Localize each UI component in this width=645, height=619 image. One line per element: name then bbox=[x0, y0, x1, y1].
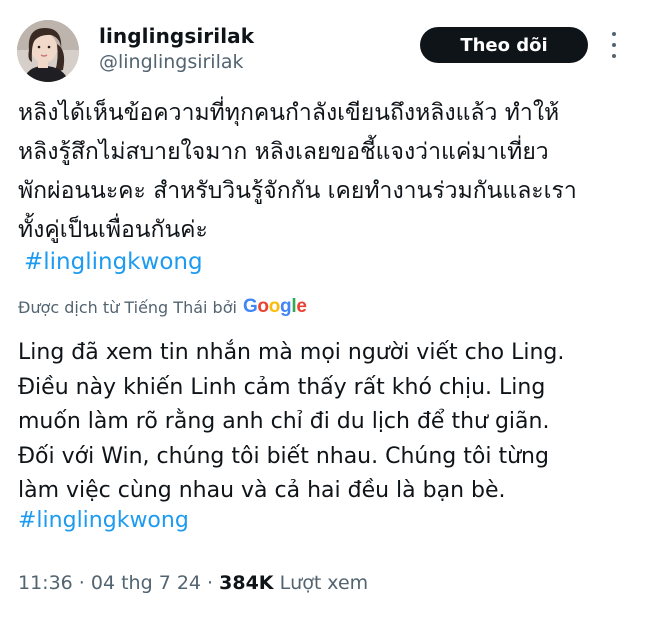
translated-by-label: Được dịch từ Tiếng Thái bởi bbox=[18, 297, 237, 317]
meta-separator: · bbox=[201, 572, 220, 594]
more-dot bbox=[612, 54, 616, 58]
translation-line: muốn làm rõ rằng anh chỉ đi du lịch để t… bbox=[18, 409, 550, 434]
google-letter: g bbox=[280, 296, 292, 317]
translation-line: Ling đã xem tin nhắn mà mọi người viết c… bbox=[18, 340, 565, 365]
more-horizontal-icon[interactable] bbox=[606, 32, 622, 58]
translation-hashtag-link[interactable]: #linglingkwong bbox=[18, 508, 189, 533]
more-dot bbox=[612, 32, 616, 36]
views-count: 384K bbox=[219, 572, 274, 594]
avatar[interactable] bbox=[17, 20, 79, 82]
tweet-original-text: หลิงได้เห็นข้อความที่ทุกคนกำลังเขียนถึงห… bbox=[18, 94, 633, 250]
google-letter: G bbox=[242, 296, 258, 317]
views-label: Lượt xem bbox=[273, 572, 369, 594]
translation-line: Điều này khiến Linh cảm thấy rất khó chị… bbox=[18, 374, 546, 400]
avatar-photo bbox=[17, 20, 79, 82]
tweet-text-line: หลิงรู้สึกไม่สบายใจมาก หลิงเลยขอชี้แจงว่… bbox=[18, 139, 549, 165]
tweet-text-line: ทั้งคู่เป็นเพื่อนกันค่ะ bbox=[18, 217, 208, 243]
tweet-meta: 11:36 · 04 thg 7 24 · 384K Lượt xem bbox=[18, 572, 368, 594]
google-letter: e bbox=[296, 296, 307, 317]
translation-line: Đối với Win, chúng tôi biết nhau. Chúng … bbox=[18, 443, 549, 469]
author-handle[interactable]: @linglingsirilak bbox=[99, 51, 244, 73]
google-letter: o bbox=[257, 296, 269, 317]
tweet-date[interactable]: 04 thg 7 24 bbox=[91, 572, 201, 594]
meta-separator: · bbox=[72, 572, 91, 594]
tweet-text-line: หลิงได้เห็นข้อความที่ทุกคนกำลังเขียนถึงห… bbox=[18, 100, 560, 126]
google-letter: o bbox=[268, 296, 281, 317]
translation-attribution[interactable]: Được dịch từ Tiếng Thái bởi Google bbox=[18, 296, 307, 318]
tweet-card: linglingsirilak @linglingsirilak Theo dõ… bbox=[0, 0, 645, 619]
hashtag-link[interactable]: #linglingkwong bbox=[24, 249, 203, 275]
tweet-text-line: พักผ่อนนะคะ สำหรับวินรู้จักกัน เคยทำงานร… bbox=[18, 178, 577, 204]
translation-line: làm việc cùng nhau và cả hai đều là bạn … bbox=[18, 478, 506, 503]
author-display-name[interactable]: linglingsirilak bbox=[99, 24, 254, 48]
tweet-translation-text: Ling đã xem tin nhắn mà mọi người viết c… bbox=[18, 336, 633, 509]
more-dot bbox=[612, 43, 616, 47]
google-logo: Google bbox=[243, 296, 307, 318]
follow-button[interactable]: Theo dõi bbox=[420, 27, 588, 63]
tweet-time[interactable]: 11:36 bbox=[18, 572, 73, 594]
